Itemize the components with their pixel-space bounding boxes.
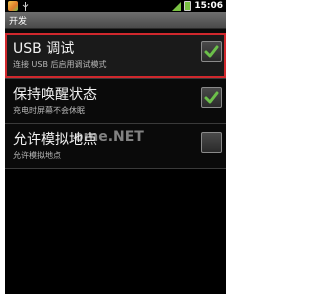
setting-usb-debugging[interactable]: USB 调试 连接 USB 后启用调试模式 [5, 33, 226, 78]
stay-awake-checkbox[interactable] [201, 87, 222, 108]
status-icons-left [8, 1, 29, 11]
signal-icon [172, 1, 182, 11]
status-time: 15:06 [194, 1, 223, 11]
checkmark-icon [204, 91, 219, 104]
status-bar: 15:06 [5, 0, 226, 12]
page-title: 开发 [9, 17, 28, 27]
usb-icon [22, 1, 29, 11]
battery-icon [184, 1, 192, 11]
setting-title: 保持唤醒状态 [13, 87, 97, 103]
checkmark-icon [204, 45, 219, 58]
usb-debugging-checkbox[interactable] [201, 41, 222, 62]
setting-stay-awake[interactable]: 保持唤醒状态 充电时屏幕不会休眠 [5, 79, 226, 124]
phone-screen: 15:06 开发 USB 调试 连接 USB 后启用调试模式 保持唤醒状态 充电… [5, 0, 226, 294]
empty-list-area [5, 169, 226, 294]
app-notification-icon [8, 1, 18, 11]
setting-subtitle: 允许模拟地点 [13, 151, 61, 160]
watermark-text: ome.NET [74, 129, 144, 145]
setting-subtitle: 充电时屏幕不会休眠 [13, 106, 85, 115]
title-bar: 开发 [5, 12, 226, 29]
setting-subtitle: 连接 USB 后启用调试模式 [13, 60, 107, 69]
status-icons-right: 15:06 [172, 0, 223, 12]
mock-locations-checkbox[interactable] [201, 132, 222, 153]
setting-title: USB 调试 [13, 41, 75, 57]
